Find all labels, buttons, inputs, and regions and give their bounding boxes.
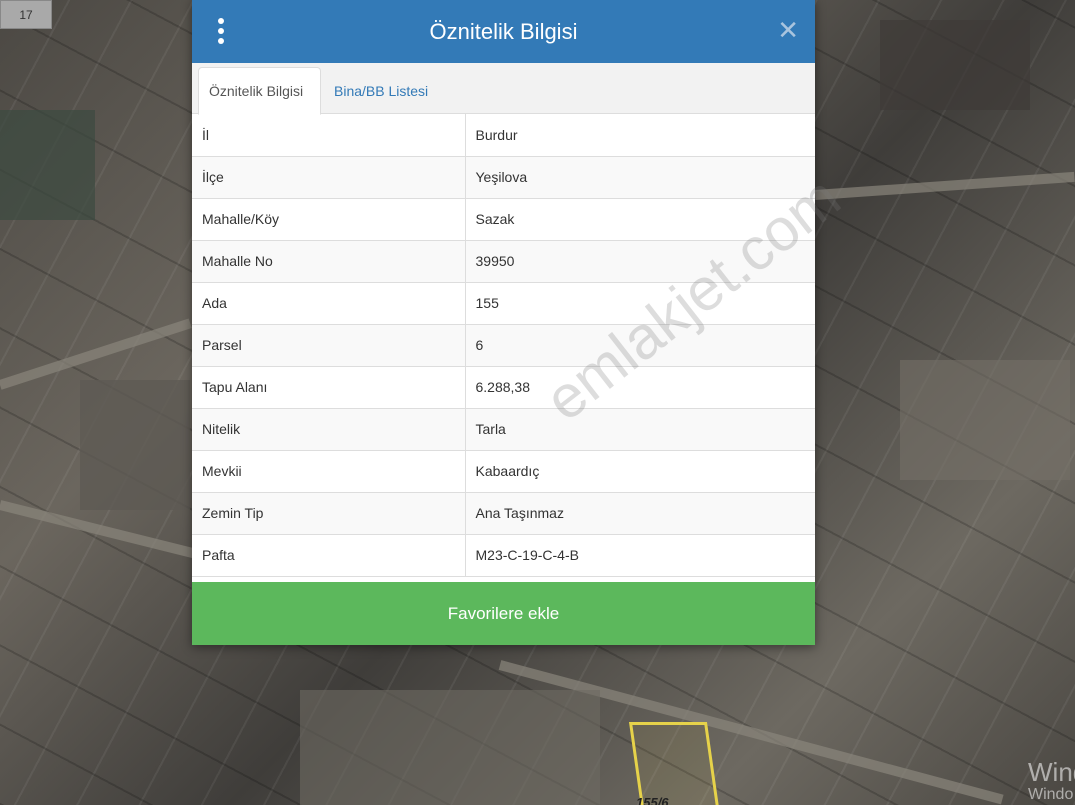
tab-building-list[interactable]: Bina/BB Listesi — [324, 67, 438, 114]
table-row: Parsel 6 — [192, 324, 815, 367]
row-key: Ada — [192, 282, 466, 325]
table-row: Mevkii Kabaardıç — [192, 450, 815, 493]
zoom-level-badge: 17 — [0, 0, 52, 29]
row-value: 39950 — [465, 240, 815, 283]
map-road — [814, 171, 1075, 200]
row-value: Tarla — [465, 408, 815, 451]
row-key: Mahalle No — [192, 240, 466, 283]
row-value: Kabaardıç — [465, 450, 815, 493]
attribute-table: İl Burdur İlçe Yeşilova Mahalle/Köy Sazak M… — [192, 114, 815, 577]
add-to-favorites-button[interactable]: Favorilere ekle — [192, 582, 815, 645]
os-watermark-line2: Windo — [1028, 786, 1074, 803]
row-value: M23-C-19-C-4-B — [465, 534, 815, 577]
map-field — [80, 380, 190, 510]
tab-attribute-info[interactable]: Öznitelik Bilgisi — [198, 67, 321, 115]
map-field — [880, 20, 1030, 110]
row-key: Mahalle/Köy — [192, 198, 466, 241]
table-row: Zemin Tip Ana Taşınmaz — [192, 492, 815, 535]
modal-title: Öznitelik Bilgisi — [429, 18, 578, 44]
map-field — [900, 360, 1070, 480]
row-key: Pafta — [192, 534, 466, 577]
modal-header: Öznitelik Bilgisi ✕ — [192, 0, 815, 63]
table-row: İl Burdur — [192, 114, 815, 157]
kebab-menu-icon[interactable] — [215, 18, 227, 44]
parcel-outline[interactable] — [628, 722, 722, 805]
table-row: Ada 155 — [192, 282, 815, 325]
row-value: 6.288,38 — [465, 366, 815, 409]
row-value: 155 — [465, 282, 815, 325]
row-value: Burdur — [465, 114, 815, 157]
close-icon[interactable]: ✕ — [777, 16, 799, 44]
table-row: Mahalle No 39950 — [192, 240, 815, 283]
table-row: Nitelik Tarla — [192, 408, 815, 451]
table-row: İlçe Yeşilova — [192, 156, 815, 199]
table-row: Mahalle/Köy Sazak — [192, 198, 815, 241]
row-value: Yeşilova — [465, 156, 815, 199]
row-key: Parsel — [192, 324, 466, 367]
row-key: İl — [192, 114, 466, 157]
row-key: İlçe — [192, 156, 466, 199]
row-value: 6 — [465, 324, 815, 367]
map-field — [300, 690, 600, 805]
table-row: Tapu Alanı 6.288,38 — [192, 366, 815, 409]
os-watermark-line1: Wind — [1028, 759, 1075, 787]
map-field — [0, 110, 95, 220]
attribute-info-modal: Öznitelik Bilgisi ✕ Öznitelik Bilgisi Bi… — [192, 0, 852, 645]
parcel-label: 155/6 — [636, 795, 669, 805]
table-row: Pafta M23-C-19-C-4-B — [192, 534, 815, 577]
tab-bar: Öznitelik Bilgisi Bina/BB Listesi — [192, 63, 815, 115]
row-key: Mevkii — [192, 450, 466, 493]
row-value: Sazak — [465, 198, 815, 241]
row-key: Zemin Tip — [192, 492, 466, 535]
row-key: Nitelik — [192, 408, 466, 451]
row-key: Tapu Alanı — [192, 366, 466, 409]
os-activation-watermark: Wind Windo — [1028, 759, 1075, 805]
row-value: Ana Taşınmaz — [465, 492, 815, 535]
